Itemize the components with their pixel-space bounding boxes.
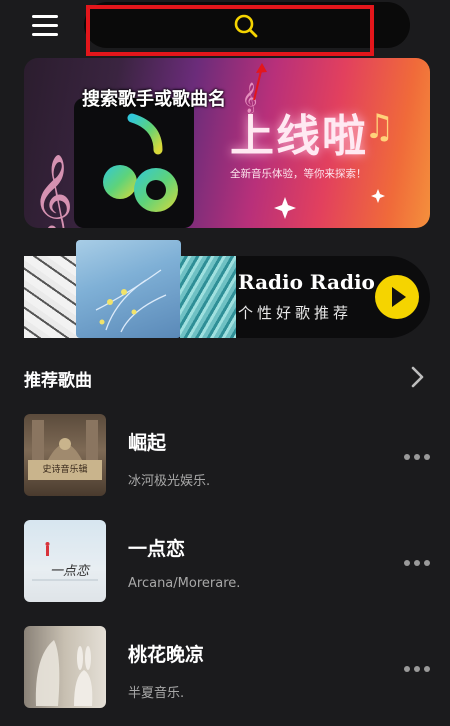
song-item[interactable]: 史诗音乐辑 崛起 冰河极光娱乐. [0, 414, 450, 514]
banner-logo [74, 98, 194, 228]
menu-icon[interactable] [30, 12, 62, 40]
song-title: 桃花晚凉 [128, 644, 205, 666]
song-cover-text: 一点恋 [50, 564, 90, 579]
song-cover-text: 史诗音乐辑 [28, 460, 102, 480]
annotation-label: 搜索歌手或歌曲名 [82, 89, 226, 110]
svg-text:♫: ♫ [364, 107, 394, 147]
promo-banner[interactable]: 𝄞 ♫ ♪ 𝄞 上线啦 全新音乐体验，等你来探索！ [24, 58, 430, 228]
song-cover: 一点恋 [24, 520, 106, 602]
more-options-icon[interactable] [404, 558, 432, 568]
song-item[interactable]: 一点恋 一点恋 Arcana/Morerare. [0, 520, 450, 620]
song-artist: 半夏音乐. [128, 686, 185, 701]
song-cover [24, 626, 106, 708]
radio-cover-center [76, 240, 181, 338]
section-title: 推荐歌曲 [24, 371, 92, 391]
annotation-arrow [253, 63, 267, 101]
play-icon[interactable] [375, 275, 419, 319]
song-title: 崛起 [128, 432, 167, 454]
svg-text:𝄞: 𝄞 [32, 153, 73, 228]
song-item[interactable]: 桃花晚凉 半夏音乐. [0, 626, 450, 726]
more-options-icon[interactable] [404, 452, 432, 462]
radio-subtitle: 个性好歌推荐 [238, 304, 353, 322]
radio-cover-right [180, 256, 236, 338]
more-options-icon[interactable] [404, 664, 432, 674]
song-cover: 史诗音乐辑 [24, 414, 106, 496]
search-highlight-box [86, 5, 374, 56]
chevron-right-icon[interactable] [405, 363, 429, 391]
song-artist: Arcana/Morerare. [128, 576, 241, 591]
song-artist: 冰河极光娱乐. [128, 474, 211, 489]
song-title: 一点恋 [128, 538, 186, 560]
radio-title: Radio Radio [238, 270, 375, 294]
radio-cover-left [24, 256, 80, 338]
banner-subtitle: 全新音乐体验，等你来探索！ [230, 168, 367, 180]
